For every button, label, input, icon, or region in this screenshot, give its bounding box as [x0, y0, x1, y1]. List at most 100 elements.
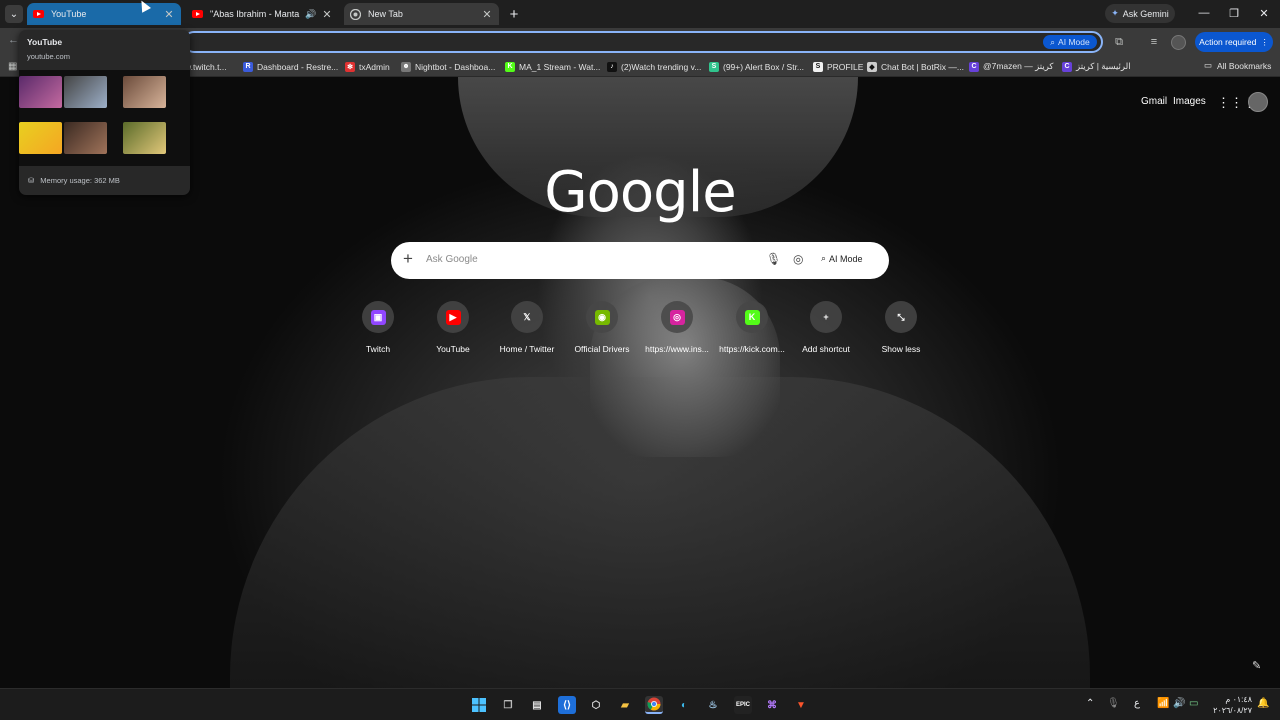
clock-date: ٢٠٢٦/٠٨/٢٧: [1213, 706, 1252, 715]
close-icon[interactable]: ✕: [481, 8, 493, 21]
bookmark-item[interactable]: ✻ txAdmin: [345, 60, 390, 73]
hover-card-preview: [19, 70, 190, 166]
youtube-favicon-icon: [33, 9, 44, 20]
google-logo: Google: [544, 160, 736, 225]
shortcut-tile[interactable]: 𝕏 Home / Twitter: [486, 301, 568, 354]
bookmark-favicon-icon: R: [243, 61, 253, 72]
shortcut-tile[interactable]: ▣ Twitch: [337, 301, 419, 354]
wifi-icon[interactable]: 📶: [1157, 698, 1169, 709]
bookmarks-bar: ▦ w.twitch.t... R Dashboard - Restre... ✻ tx…: [0, 56, 1280, 77]
volume-icon[interactable]: 🔊: [1173, 698, 1185, 709]
tab-title: "Abas Ibrahim - Manta Fahem: [210, 9, 301, 19]
video-thumbnail: [19, 122, 62, 154]
shortcut-label: Official Drivers: [574, 344, 630, 354]
shortcut-tile[interactable]: ◎ https://www.ins...: [636, 301, 718, 354]
extensions-icon[interactable]: ⧉: [1111, 35, 1127, 49]
bookmark-item[interactable]: ◆ Chat Bot | BotRix —...: [867, 60, 964, 73]
tab-search-button[interactable]: ⌄: [5, 5, 23, 23]
new-tab-button[interactable]: +: [504, 4, 524, 24]
bookmark-favicon-icon: ☻: [401, 61, 411, 72]
bookmark-item[interactable]: ♪ (2)Watch trending v...: [607, 60, 701, 73]
search-placeholder: Ask Google: [426, 254, 478, 265]
shortcut-tile[interactable]: ▶ YouTube: [412, 301, 494, 354]
bookmark-favicon-icon: S: [813, 61, 823, 72]
shortcut-label: YouTube: [436, 344, 470, 354]
ask-gemini-button[interactable]: ✦ Ask Gemini: [1105, 4, 1175, 23]
shortcut-label: Home / Twitter: [499, 344, 555, 354]
brave-icon[interactable]: ▼: [792, 696, 810, 714]
address-bar[interactable]: ⌕ AI Mode: [183, 31, 1103, 53]
shortcut-label: https://kick.com...: [719, 344, 785, 354]
store-icon[interactable]: ▤: [528, 696, 546, 714]
ai-mode-label: AI Mode: [1058, 37, 1090, 47]
input-language[interactable]: ع: [1134, 698, 1140, 709]
bookmark-item[interactable]: S (99+) Alert Box / Str...: [709, 60, 804, 73]
restore-icon: ❐: [1229, 7, 1239, 20]
shortcut-icon-circle: ▶: [437, 301, 469, 333]
bookmark-favicon-icon: C: [1062, 61, 1072, 72]
back-arrow-icon[interactable]: ←: [8, 34, 19, 46]
all-bookmarks-label: All Bookmarks: [1217, 60, 1272, 71]
minimize-button[interactable]: —: [1190, 4, 1218, 22]
gamepad-icon[interactable]: ⌘: [763, 696, 781, 714]
microphone-icon[interactable]: 🎙: [1107, 698, 1120, 709]
shortcut-tile[interactable]: + Add shortcut: [785, 301, 867, 354]
close-icon[interactable]: ✕: [163, 8, 175, 21]
tab-youtube[interactable]: YouTube ✕: [27, 3, 181, 25]
chrome-icon[interactable]: [645, 696, 663, 714]
bookmark-item[interactable]: R Dashboard - Restre...: [243, 60, 338, 73]
bookmark-favicon-icon: C: [969, 61, 979, 72]
tab-new-tab[interactable]: New Tab ✕: [344, 3, 499, 25]
video-thumbnail: [123, 76, 166, 108]
bookmark-item[interactable]: w.twitch.t...: [185, 60, 227, 73]
speaker-icon[interactable]: 🔊: [305, 9, 317, 20]
task-view-icon[interactable]: ❐: [499, 696, 517, 714]
all-bookmarks-button[interactable]: ▭ All Bookmarks: [1204, 60, 1271, 71]
bookmark-item[interactable]: C الرئيسية | كريتز: [1062, 60, 1131, 73]
notification-bell-icon[interactable]: 🔔: [1257, 698, 1269, 709]
battery-icon[interactable]: ▭: [1189, 698, 1198, 709]
ai-mode-button[interactable]: ⌕ AI Mode: [1043, 35, 1097, 49]
plus-icon[interactable]: +: [403, 249, 413, 269]
steam-icon[interactable]: ♨: [704, 696, 722, 714]
close-window-button[interactable]: ✕: [1250, 4, 1278, 22]
action-required-label: Action required: [1199, 37, 1257, 47]
windows-start-icon[interactable]: [470, 696, 488, 714]
close-icon[interactable]: ✕: [321, 8, 333, 21]
video-thumbnail: [64, 122, 107, 154]
tab-abas-ibrahim[interactable]: "Abas Ibrahim - Manta Fahem 🔊 ✕: [186, 3, 339, 25]
gmail-link[interactable]: Gmail: [1141, 96, 1167, 107]
bookmark-item[interactable]: K MA_1 Stream - Wat...: [505, 60, 600, 73]
bookmark-item[interactable]: S PROFILE: [813, 60, 863, 73]
restore-button[interactable]: ❐: [1220, 4, 1248, 22]
cube-app-icon[interactable]: ⬡: [587, 696, 605, 714]
media-queue-icon[interactable]: ≡: [1146, 35, 1162, 49]
system-clock[interactable]: ٠١:٤٨ م ٢٠٢٦/٠٨/٢٧: [1212, 694, 1252, 716]
bookmark-favicon-icon: K: [505, 61, 515, 72]
chevron-up-icon[interactable]: ⌃: [1086, 698, 1094, 709]
profile-avatar[interactable]: [1171, 35, 1186, 50]
shortcut-tile[interactable]: ⤡ Show less: [860, 301, 942, 354]
shortcut-favicon-icon: ⤡: [897, 311, 905, 322]
file-explorer-icon[interactable]: ▰: [616, 696, 634, 714]
plus-icon: +: [509, 5, 519, 23]
customize-pencil-icon[interactable]: ✎: [1252, 659, 1261, 672]
lens-icon[interactable]: ◎: [793, 252, 803, 266]
account-avatar[interactable]: [1248, 92, 1268, 112]
search-box[interactable]: + Ask Google 🎙 ◎ ⌕ AI Mode: [391, 242, 889, 279]
ai-mode-button[interactable]: ⌕ AI Mode: [821, 253, 863, 264]
shortcut-tile[interactable]: ◉ Official Drivers: [561, 301, 643, 354]
microphone-icon[interactable]: 🎙: [766, 252, 781, 266]
chrome-icon: [350, 8, 361, 20]
apps-grid-icon[interactable]: ▦: [8, 61, 17, 72]
epic-games-icon[interactable]: EPIC: [734, 696, 752, 714]
vscode-icon[interactable]: ⟨⟩: [558, 696, 576, 714]
bookmark-item[interactable]: C @7mazen — كريتز: [969, 60, 1053, 73]
bookmark-item[interactable]: ☻ Nightbot - Dashboa...: [401, 60, 495, 73]
bookmark-label: txAdmin: [359, 61, 390, 72]
images-link[interactable]: Images: [1173, 96, 1206, 107]
action-required-button[interactable]: Action required ⋮: [1195, 32, 1273, 52]
edge-icon[interactable]: ◐: [675, 696, 693, 714]
bookmark-label: MA_1 Stream - Wat...: [519, 61, 601, 72]
shortcut-tile[interactable]: Khttps://kick.com...: [711, 301, 793, 354]
